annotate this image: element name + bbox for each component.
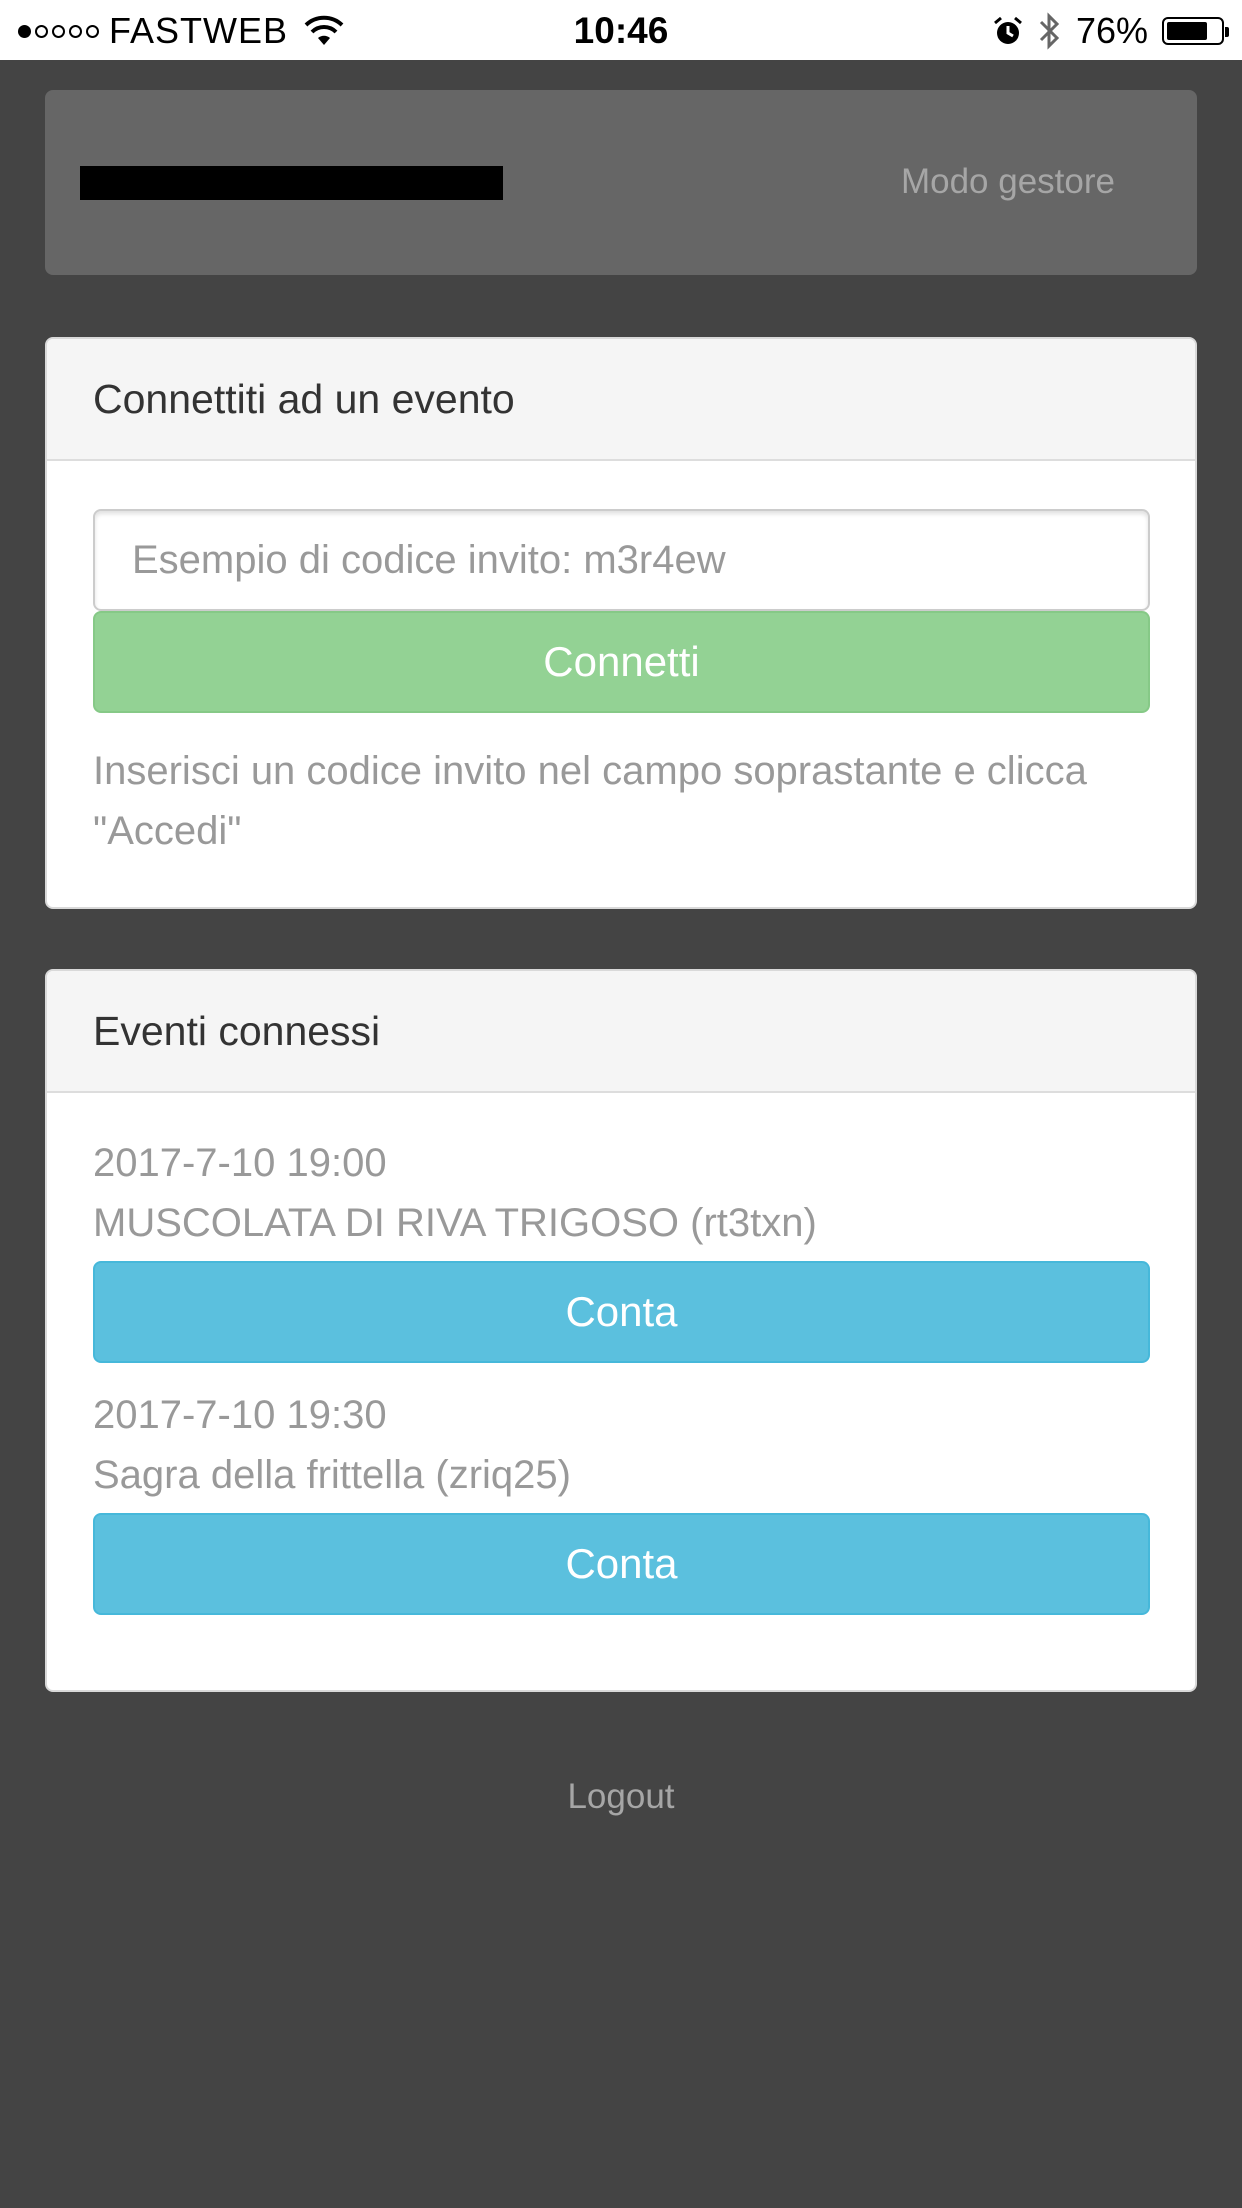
manager-mode-link[interactable]: Modo gestore <box>901 162 1115 202</box>
top-navbar: Modo gestore <box>45 90 1197 275</box>
event-name: Sagra della frittella (zriq25) <box>93 1453 571 1497</box>
connect-button[interactable]: Connetti <box>93 611 1150 713</box>
battery-icon <box>1162 17 1229 45</box>
events-panel-title: Eventi connessi <box>47 971 1195 1093</box>
alarm-icon <box>993 16 1022 44</box>
status-bar-right: 76% <box>992 10 1229 52</box>
logout-link[interactable]: Logout <box>45 1740 1197 1854</box>
battery-level <box>1167 22 1207 40</box>
count-button[interactable]: Conta <box>93 1261 1150 1363</box>
status-bar: FASTWEB 10:46 76% <box>0 0 1242 60</box>
event-date: 2017-7-10 19:30 <box>93 1393 387 1437</box>
help-text: Inserisci un codice invito nel campo sop… <box>93 749 1087 853</box>
event-date: 2017-7-10 19:00 <box>93 1141 387 1185</box>
invite-code-input[interactable] <box>93 509 1150 611</box>
battery-percent: 76% <box>1075 10 1148 51</box>
bluetooth-icon <box>1039 12 1060 50</box>
connect-event-panel: Connettiti ad un evento Connetti Inseris… <box>45 337 1197 909</box>
redacted-brand <box>80 166 503 200</box>
count-button[interactable]: Conta <box>93 1513 1150 1615</box>
event-name: MUSCOLATA DI RIVA TRIGOSO (rt3txn) <box>93 1201 817 1245</box>
connect-panel-title: Connettiti ad un evento <box>47 339 1195 461</box>
connected-events-panel: Eventi connessi 2017-7-10 19:00 MUSCOLAT… <box>45 969 1197 1692</box>
